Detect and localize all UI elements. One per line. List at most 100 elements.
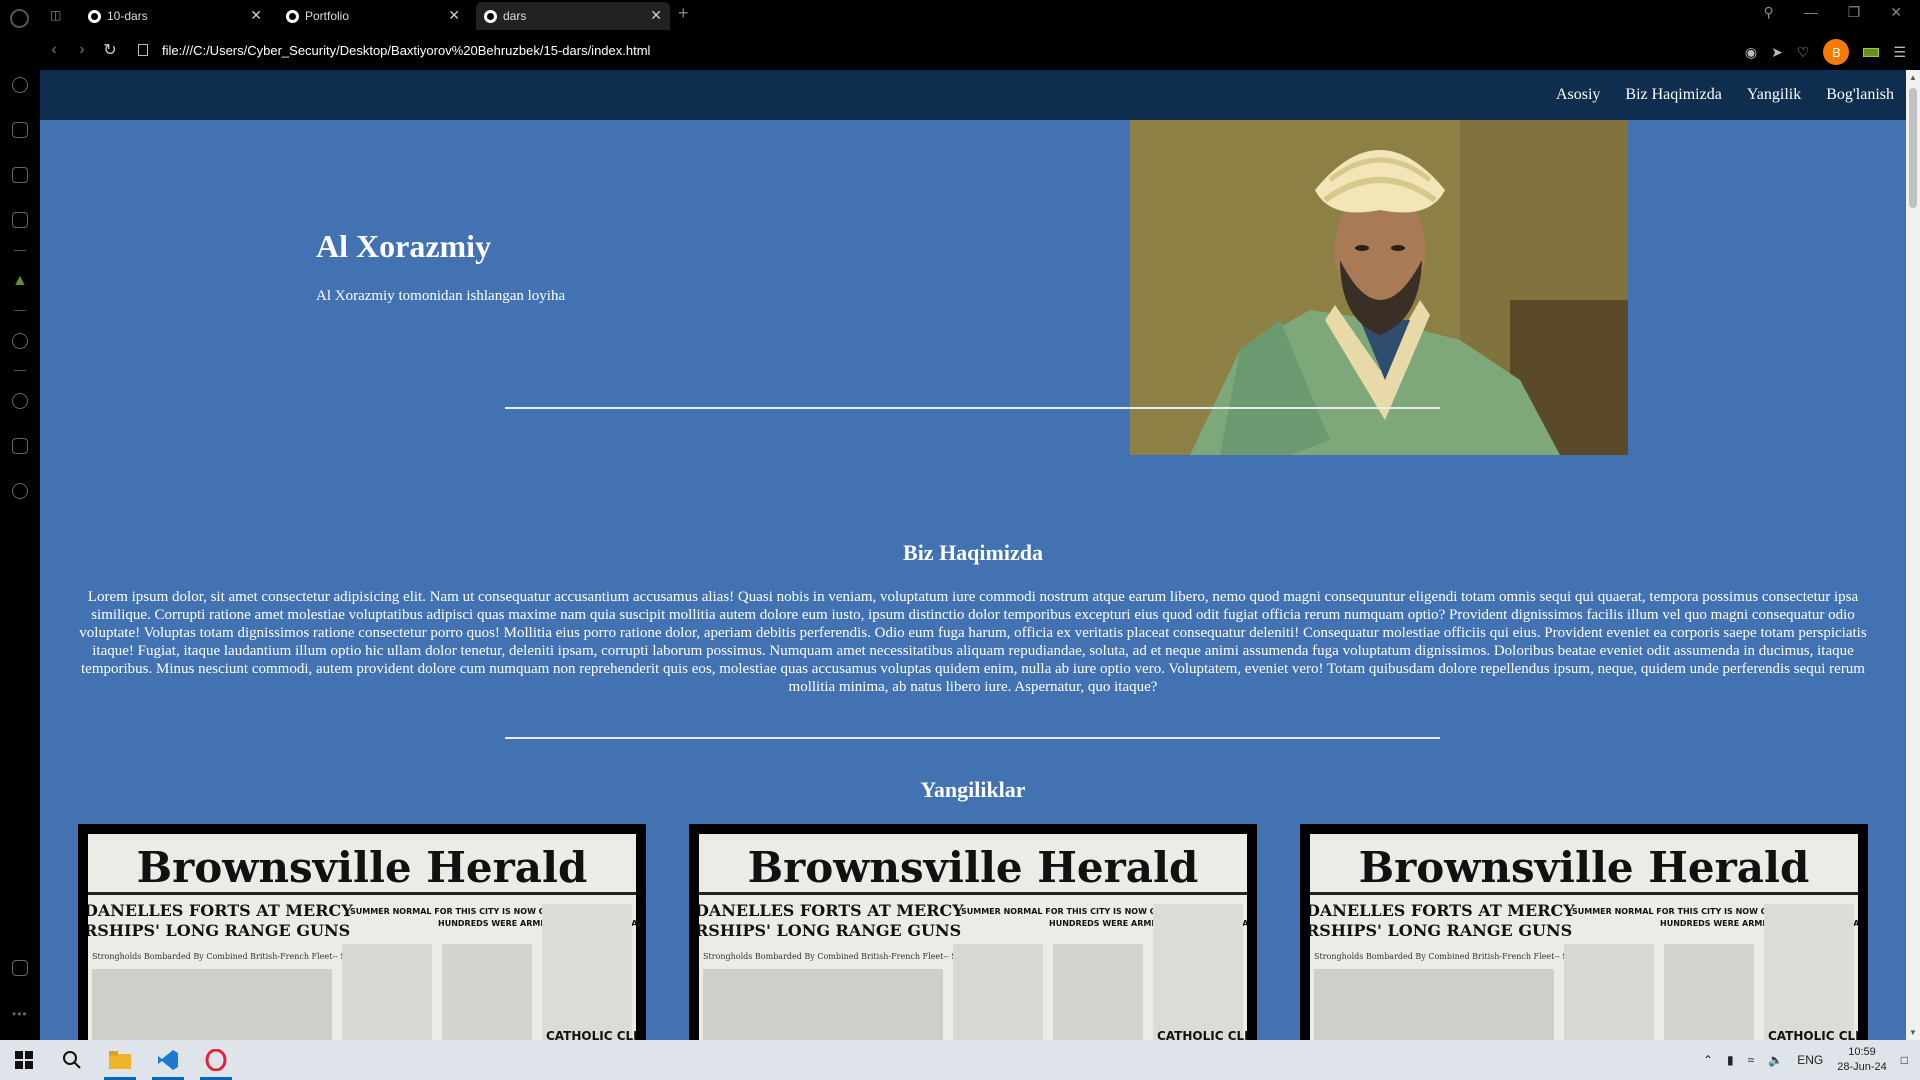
page-viewport: Asosiy Biz Haqimizda Yangilik Bog'lanish… xyxy=(40,70,1906,1040)
new-tab-button[interactable]: + xyxy=(678,3,689,24)
news-card[interactable]: Brownsville Herald DANELLES FORTS AT MER… xyxy=(1300,824,1868,1040)
scroll-down-icon[interactable]: ▼ xyxy=(1909,1028,1917,1037)
tab-portfolio[interactable]: Portfolio ✕ xyxy=(278,2,468,30)
newspaper-subhead: RSHIPS' LONG RANGE GUNS xyxy=(1310,921,1572,940)
system-tray: ⌃ ▮ ≈ 🔈 ENG 10:59 28-Jun-24 □ xyxy=(1703,1040,1920,1080)
nav-link-yangilik[interactable]: Yangilik xyxy=(1747,86,1801,104)
opera-browser-icon[interactable] xyxy=(192,1040,240,1080)
tab-label: Portfolio xyxy=(305,9,350,23)
sidebar-divider xyxy=(14,310,26,311)
send-icon[interactable]: ➤ xyxy=(1771,44,1783,61)
speaker-muted-icon[interactable]: 🔈 xyxy=(1768,1053,1783,1067)
about-title: Biz Haqimizda xyxy=(903,540,1043,565)
newspaper-subhead: RSHIPS' LONG RANGE GUNS xyxy=(88,921,350,940)
tab-label: dars xyxy=(503,9,527,23)
search-tabs-icon[interactable]: ⚲ xyxy=(1763,4,1773,21)
player-icon[interactable] xyxy=(12,333,28,349)
language-indicator[interactable]: ENG xyxy=(1797,1053,1823,1067)
globe-icon xyxy=(286,9,299,23)
newspaper-image: Brownsville Herald DANELLES FORTS AT MER… xyxy=(699,834,1247,1040)
newspaper-subhead: RSHIPS' LONG RANGE GUNS xyxy=(699,921,961,940)
forward-icon[interactable]: › xyxy=(68,41,96,59)
nav-link-biz-haqimizda[interactable]: Biz Haqimizda xyxy=(1625,86,1721,104)
newspaper-corner: CATHOLIC CLERGY xyxy=(1768,1029,1858,1040)
chevron-up-icon[interactable]: ⌃ xyxy=(1703,1053,1713,1067)
tab-dars[interactable]: dars ✕ xyxy=(476,2,670,30)
avatar[interactable]: B xyxy=(1823,39,1850,65)
battery-icon[interactable]: ▮ xyxy=(1727,1053,1734,1067)
close-window-icon[interactable]: ✕ xyxy=(1890,4,1902,21)
bag-icon[interactable] xyxy=(12,122,28,138)
aria-icon[interactable]: ▲ xyxy=(12,272,28,289)
newspaper-image: Brownsville Herald DANELLES FORTS AT MER… xyxy=(88,834,636,1040)
notifications-icon[interactable]: □ xyxy=(1901,1053,1908,1067)
windows-taskbar: ⌃ ▮ ≈ 🔈 ENG 10:59 28-Jun-24 □ xyxy=(0,1040,1920,1080)
tab-10-dars[interactable]: 10-dars ✕ xyxy=(80,2,270,30)
windows-start-icon[interactable] xyxy=(0,1040,48,1080)
news-card[interactable]: Brownsville Herald DANELLES FORTS AT MER… xyxy=(689,824,1257,1040)
news-card[interactable]: Brownsville Herald DANELLES FORTS AT MER… xyxy=(78,824,646,1040)
sidebar-divider xyxy=(14,370,26,371)
menu-icon[interactable]: ☰ xyxy=(1893,44,1906,61)
newspaper-masthead: Brownsville Herald xyxy=(1359,843,1810,892)
address-bar-actions: ◉ ➤ ♡ B ☰ xyxy=(1745,39,1906,65)
site-navbar: Asosiy Biz Haqimizda Yangilik Bog'lanish xyxy=(40,70,1906,120)
scroll-up-icon[interactable]: ▲ xyxy=(1909,73,1917,82)
close-tab-icon[interactable]: ✕ xyxy=(650,7,662,24)
newspaper-image: Brownsville Herald DANELLES FORTS AT MER… xyxy=(1310,834,1858,1040)
hero-subtitle: Al Xorazmiy tomonidan ishlangan loyiha xyxy=(316,288,566,304)
history-icon[interactable] xyxy=(12,393,28,409)
close-tab-icon[interactable]: ✕ xyxy=(250,7,262,24)
file-icon xyxy=(138,44,148,56)
clock[interactable]: 10:59 28-Jun-24 xyxy=(1837,1045,1887,1075)
scrollbar-thumb[interactable] xyxy=(1909,88,1917,208)
settings-icon[interactable] xyxy=(12,483,28,499)
section-divider xyxy=(505,407,1440,409)
extensions-icon[interactable] xyxy=(12,438,28,454)
minimize-icon[interactable]: — xyxy=(1804,4,1818,21)
snapshot-icon[interactable]: ◉ xyxy=(1745,44,1757,61)
back-icon[interactable]: ‹ xyxy=(40,41,68,59)
about-text: Lorem ipsum dolor, sit amet consectetur … xyxy=(79,589,1867,695)
instagram-icon[interactable] xyxy=(12,212,28,228)
tab-label: 10-dars xyxy=(107,9,148,23)
wallpaper-icon[interactable] xyxy=(12,960,28,976)
browser-tab-bar: ◫ 10-dars ✕ Portfolio ✕ dars ✕ + ⚲ — ❐ ✕ xyxy=(0,0,1920,30)
newspaper-corner: CATHOLIC CLERGY xyxy=(1157,1029,1247,1040)
twitch-icon[interactable] xyxy=(12,167,28,183)
window-controls: ⚲ — ❐ ✕ xyxy=(1763,4,1920,21)
globe-icon xyxy=(484,9,497,23)
newspaper-corner: CATHOLIC CLERGY xyxy=(546,1029,636,1040)
close-tab-icon[interactable]: ✕ xyxy=(448,7,460,24)
section-divider xyxy=(505,737,1440,739)
maximize-icon[interactable]: ❐ xyxy=(1848,4,1861,21)
nav-link-boglanish[interactable]: Bog'lanish xyxy=(1826,86,1894,104)
newspaper-headline: DANELLES FORTS AT MERCY xyxy=(699,901,964,920)
heart-icon[interactable]: ♡ xyxy=(1797,44,1810,61)
url-field[interactable]: file:///C:/Users/Cyber_Security/Desktop/… xyxy=(162,43,650,58)
battery-saver-icon[interactable] xyxy=(1863,47,1880,57)
nav-link-asosiy[interactable]: Asosiy xyxy=(1556,86,1600,104)
vscode-icon[interactable] xyxy=(144,1040,192,1080)
search-icon[interactable] xyxy=(48,1040,96,1080)
clock-date: 28-Jun-24 xyxy=(1837,1061,1887,1073)
newspaper-masthead: Brownsville Herald xyxy=(748,843,1199,892)
newspaper-headline: DANELLES FORTS AT MERCY xyxy=(88,901,353,920)
more-icon[interactable]: ••• xyxy=(12,1007,28,1021)
tab-islands-icon[interactable]: ◫ xyxy=(50,8,61,22)
hero-title: Al Xorazmiy xyxy=(316,228,492,264)
file-explorer-icon[interactable] xyxy=(96,1040,144,1080)
globe-icon xyxy=(88,9,101,23)
speed-dial-icon[interactable] xyxy=(12,77,28,93)
browser-sidebar: ▲ ••• xyxy=(0,70,40,1040)
clock-time: 10:59 xyxy=(1848,1046,1876,1058)
newspaper-headline: DANELLES FORTS AT MERCY xyxy=(1310,901,1575,920)
reload-icon[interactable]: ↻ xyxy=(96,40,124,60)
page-scrollbar[interactable]: ▲ ▼ xyxy=(1906,70,1920,1040)
address-bar: ‹ › ↻ file:///C:/Users/Cyber_Security/De… xyxy=(40,30,1920,70)
sidebar-divider xyxy=(14,250,26,251)
al-xorazmiy-portrait xyxy=(1130,120,1628,455)
newspaper-masthead: Brownsville Herald xyxy=(137,843,588,892)
opera-logo-icon[interactable] xyxy=(10,9,29,28)
wifi-icon[interactable]: ≈ xyxy=(1748,1053,1755,1067)
